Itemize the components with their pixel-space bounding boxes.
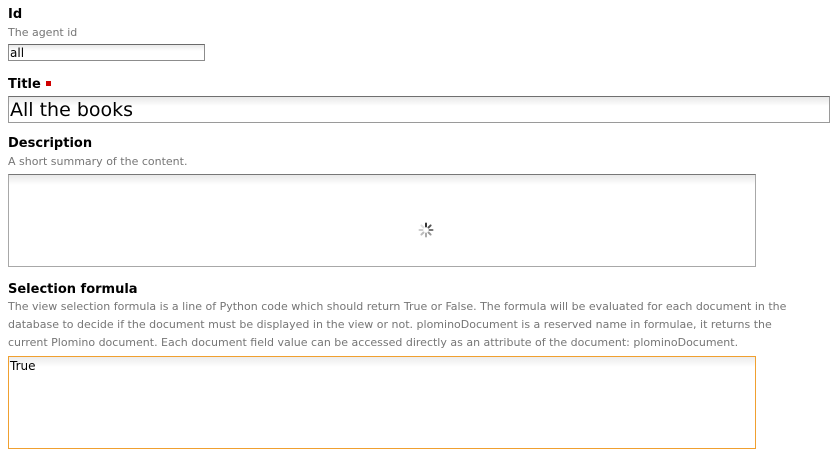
id-label: Id xyxy=(8,7,23,22)
description-label: Description xyxy=(8,136,93,151)
selection-formula-help-line-2: database to decide if the document must … xyxy=(8,318,772,331)
loading-spinner-icon xyxy=(418,222,434,238)
description-help: A short summary of the content. xyxy=(8,155,188,168)
selection-formula-label: Selection formula xyxy=(8,282,138,297)
selection-formula-help-line-1: The view selection formula is a line of … xyxy=(8,300,787,313)
description-editor[interactable] xyxy=(8,174,756,267)
required-marker-icon xyxy=(45,81,51,86)
agent-edit-form: Id The agent id Title Description A shor… xyxy=(0,0,839,456)
selection-formula-textarea[interactable]: True xyxy=(8,356,756,449)
title-input[interactable] xyxy=(8,96,830,123)
title-label-text: Title xyxy=(8,77,41,92)
id-input[interactable] xyxy=(8,44,205,61)
selection-formula-help-line-3: current Plomino document. Each document … xyxy=(8,336,739,349)
title-label: Title xyxy=(8,77,51,93)
id-help: The agent id xyxy=(8,26,78,39)
